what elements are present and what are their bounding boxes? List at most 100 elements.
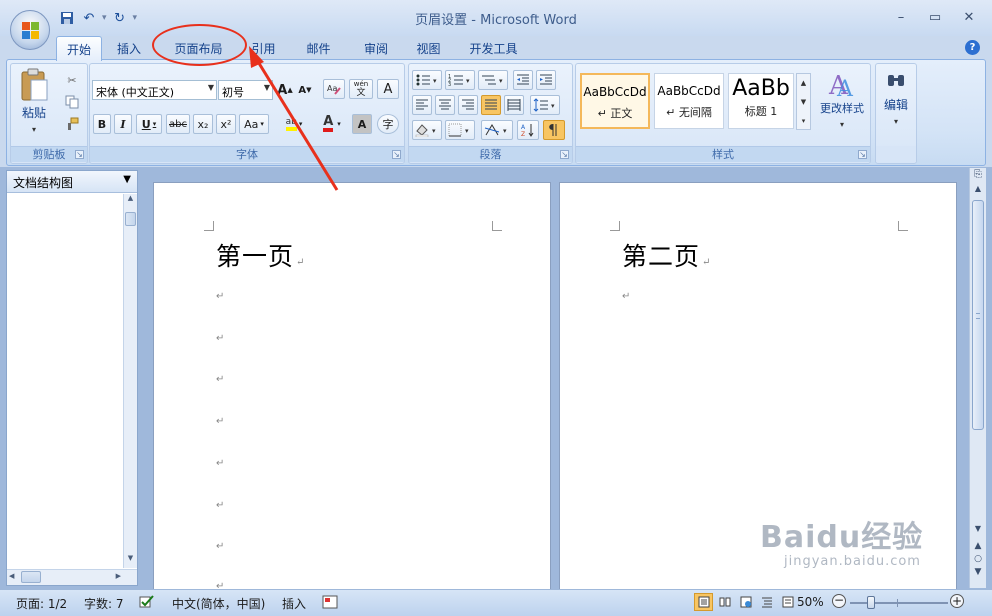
bold-button[interactable]: B [93, 114, 111, 134]
scroll-thumb[interactable] [972, 200, 984, 430]
proofing-icon[interactable] [138, 595, 156, 612]
superscript-button[interactable]: x² [216, 114, 236, 134]
multilevel-list-button[interactable]: ▾ [478, 70, 508, 90]
styles-scroll-down-icon[interactable]: ▼ [797, 93, 810, 112]
macro-recording-icon[interactable] [322, 595, 338, 612]
editing-dropdown-icon[interactable]: ▾ [894, 117, 898, 126]
tab-mailings[interactable]: 邮件 [286, 36, 351, 60]
ruler-toggle-icon[interactable]: ⎘ [970, 169, 986, 180]
main-vertical-scrollbar[interactable]: ⎘ ▲ ▼ ▲ ○ ▼ [969, 168, 986, 588]
enclose-characters-button[interactable]: 字 [377, 114, 399, 134]
styles-dialog-launcher-icon[interactable]: ↘ [858, 150, 867, 159]
font-size-dropdown-icon[interactable]: ▼ [264, 83, 270, 92]
font-color-dropdown-icon[interactable]: ▾ [337, 120, 341, 128]
justify-button[interactable] [481, 95, 501, 115]
page-1[interactable]: 第一页 ↵ ↵ ↵ ↵ ↵ ↵ ↵ ↵ ↵ [153, 182, 551, 592]
copy-icon[interactable] [63, 92, 81, 112]
line-spacing-button[interactable]: ▾ [530, 95, 560, 115]
browse-object-icon[interactable]: ○ [970, 553, 986, 566]
change-case-button[interactable]: Aa ▾ [239, 114, 269, 134]
scroll-down-icon[interactable]: ▼ [124, 554, 137, 568]
scroll-left-icon[interactable]: ◀ [9, 572, 14, 580]
show-hide-marks-button[interactable] [543, 120, 565, 140]
distributed-button[interactable] [504, 95, 524, 115]
clear-format-button[interactable]: Aa [323, 79, 345, 99]
help-icon[interactable]: ? [965, 40, 980, 55]
tab-home[interactable]: 开始 [56, 36, 102, 61]
font-name-combo[interactable]: 宋体 (中文正文) ▼ [92, 80, 217, 100]
scroll-down-icon[interactable]: ▼ [970, 524, 986, 538]
align-right-button[interactable] [458, 95, 478, 115]
font-size-combo[interactable]: 初号 ▼ [218, 80, 273, 100]
change-styles-button[interactable]: A A 更改样式 ▾ [814, 68, 870, 134]
strikethrough-button[interactable]: abc [166, 114, 190, 134]
close-button[interactable]: ✕ [952, 6, 986, 28]
word-count-status[interactable]: 字数: 7 [84, 595, 124, 612]
italic-button[interactable]: I [114, 114, 132, 134]
shrink-font-button[interactable]: A ▼ [296, 80, 314, 100]
borders-button[interactable]: ▾ [445, 120, 475, 140]
page-count-status[interactable]: 页面: 1/2 [16, 595, 67, 612]
subscript-button[interactable]: x₂ [193, 114, 213, 134]
styles-scroll-up-icon[interactable]: ▲ [797, 74, 810, 93]
align-left-button[interactable] [412, 95, 432, 115]
paste-button[interactable]: 粘贴 ▾ [17, 68, 51, 134]
change-styles-dropdown-icon[interactable]: ▾ [840, 120, 844, 129]
scroll-up-icon[interactable]: ▲ [970, 184, 986, 198]
paragraph-dialog-launcher-icon[interactable]: ↘ [560, 150, 569, 159]
zoom-out-icon[interactable]: − [832, 594, 846, 608]
cut-icon[interactable]: ✂ [63, 70, 81, 90]
tab-review[interactable]: 审阅 [351, 36, 401, 60]
outline-view-icon[interactable] [757, 593, 776, 611]
tab-insert[interactable]: 插入 [102, 36, 156, 60]
print-layout-view-icon[interactable] [694, 593, 713, 611]
align-center-button[interactable] [435, 95, 455, 115]
style-heading-1[interactable]: AaBb 标题 1 [728, 73, 794, 129]
document-map-vertical-scrollbar[interactable]: ▲ ▼ [123, 194, 137, 568]
document-map-horizontal-scrollbar[interactable]: ◀ ▶ [7, 569, 137, 585]
highlight-button[interactable]: ab ▾ [280, 114, 308, 134]
highlight-dropdown-icon[interactable]: ▾ [299, 120, 303, 128]
styles-gallery-scroll[interactable]: ▲ ▼ ▾ [796, 73, 811, 130]
insert-mode-status[interactable]: 插入 [282, 595, 306, 612]
styles-more-icon[interactable]: ▾ [797, 112, 810, 131]
tab-developer[interactable]: 开发工具 [456, 36, 531, 60]
clipboard-dialog-launcher-icon[interactable]: ↘ [75, 150, 84, 159]
format-painter-icon[interactable] [63, 114, 81, 134]
next-page-icon[interactable]: ▼ [970, 566, 986, 579]
character-border-button[interactable]: A [377, 79, 399, 99]
office-button[interactable] [10, 10, 50, 50]
font-name-dropdown-icon[interactable]: ▼ [208, 83, 214, 92]
draft-view-icon[interactable] [778, 593, 797, 611]
font-dialog-launcher-icon[interactable]: ↘ [392, 150, 401, 159]
phonetic-guide-button[interactable]: wén 文 [349, 79, 373, 99]
numbering-button[interactable]: 1 2 3 ▾ [445, 70, 475, 90]
zoom-slider-track[interactable] [850, 596, 948, 609]
shading-button[interactable]: ▾ [412, 120, 442, 140]
decrease-indent-button[interactable] [513, 70, 533, 90]
character-shading-button[interactable]: A [352, 114, 372, 134]
scroll-right-icon[interactable]: ▶ [116, 572, 121, 580]
underline-dropdown-icon[interactable]: ▾ [153, 120, 157, 128]
editing-button[interactable]: 编辑 ▾ [877, 68, 915, 138]
bullets-button[interactable]: ▾ [412, 70, 442, 90]
document-map-dropdown-icon[interactable]: ▼ [123, 174, 131, 185]
style-no-spacing[interactable]: AaBbCcDd ↵ 无间隔 [654, 73, 724, 129]
scroll-thumb[interactable] [21, 571, 41, 583]
maximize-button[interactable]: ▭ [918, 6, 952, 28]
minimize-button[interactable]: – [884, 6, 918, 28]
paste-dropdown-icon[interactable]: ▾ [32, 125, 36, 134]
zoom-in-icon[interactable]: + [950, 594, 964, 608]
increase-indent-button[interactable] [536, 70, 556, 90]
font-color-button[interactable]: A ▾ [316, 114, 348, 134]
grow-font-button[interactable]: A ▲ [276, 80, 294, 100]
language-status[interactable]: 中文(简体，中国) [172, 595, 265, 612]
page-heading[interactable]: 第二页 ↵ [622, 237, 711, 273]
tab-view[interactable]: 视图 [401, 36, 456, 60]
tab-references[interactable]: 引用 [241, 36, 286, 60]
change-case-dropdown-icon[interactable]: ▾ [260, 120, 264, 128]
document-map-header[interactable]: 文档结构图 ▼ [7, 171, 137, 193]
zoom-slider-thumb[interactable] [867, 596, 875, 609]
chinese-layout-button[interactable]: ▾ [481, 120, 513, 140]
full-screen-reading-view-icon[interactable] [715, 593, 734, 611]
